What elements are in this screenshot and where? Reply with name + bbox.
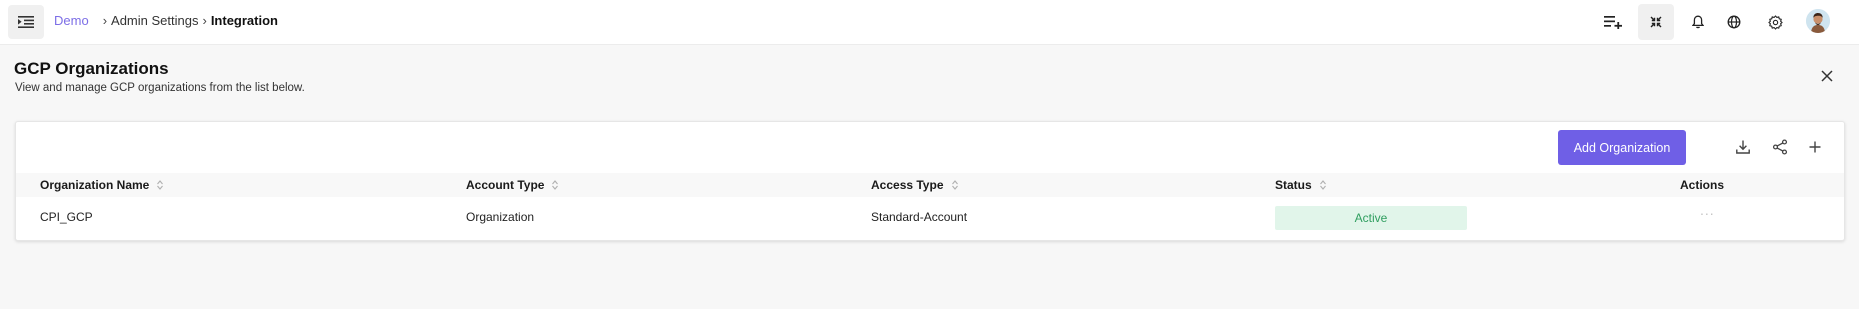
breadcrumb-separator: › xyxy=(102,13,108,28)
column-header-status[interactable]: Status xyxy=(1275,173,1326,197)
bell-icon xyxy=(1692,15,1704,29)
breadcrumb-demo-link[interactable]: Demo xyxy=(54,13,89,28)
collapse-button[interactable] xyxy=(1638,4,1674,40)
close-icon xyxy=(1821,70,1833,82)
column-header-label: Access Type xyxy=(871,178,944,192)
user-avatar-icon xyxy=(1806,9,1830,33)
playlist-add-icon xyxy=(1604,16,1622,29)
sort-icon[interactable] xyxy=(1319,180,1326,190)
download-button[interactable] xyxy=(1732,136,1754,158)
download-icon xyxy=(1736,140,1750,154)
share-icon xyxy=(1772,139,1788,155)
cell-account-type: Organization xyxy=(466,210,535,224)
column-header-label: Organization Name xyxy=(40,178,150,192)
avatar[interactable] xyxy=(1806,9,1830,33)
cell-organization-name: CPI_GCP xyxy=(40,210,93,224)
collapse-icon xyxy=(1650,16,1662,28)
column-header-access-type[interactable]: Access Type xyxy=(871,173,958,197)
globe-icon xyxy=(1727,15,1741,29)
gear-icon xyxy=(1767,14,1783,30)
sort-icon[interactable] xyxy=(951,180,958,190)
column-header-label: Account Type xyxy=(466,178,545,192)
breadcrumb-admin-settings[interactable]: Admin Settings xyxy=(111,13,198,28)
page-subtitle: View and manage GCP organizations from t… xyxy=(15,82,305,94)
add-column-button[interactable] xyxy=(1804,136,1826,158)
plus-icon xyxy=(1809,141,1821,153)
table-row[interactable]: CPI_GCP Organization Standard-Account Ac… xyxy=(16,197,1844,237)
top-bar: Demo › Admin Settings › Integration xyxy=(0,0,1859,45)
status-badge: Active xyxy=(1275,206,1467,230)
column-header-organization-name[interactable]: Organization Name xyxy=(40,173,164,197)
breadcrumb: Demo › Admin Settings › Integration xyxy=(54,13,278,28)
table-header: Organization Name Account Type Access Ty… xyxy=(16,173,1844,197)
cell-access-type: Standard-Account xyxy=(871,210,968,224)
column-header-label: Status xyxy=(1275,178,1312,192)
sort-icon[interactable] xyxy=(552,180,559,190)
column-header-actions: Actions xyxy=(1680,173,1724,197)
organizations-card: Add Organization Organization Name Accou… xyxy=(15,121,1845,241)
settings-button[interactable] xyxy=(1757,4,1793,40)
row-actions-menu-button[interactable]: ... xyxy=(1700,202,1715,218)
language-button[interactable] xyxy=(1716,4,1752,40)
breadcrumb-separator: › xyxy=(202,13,207,28)
notifications-button[interactable] xyxy=(1680,4,1716,40)
menu-toggle-button[interactable] xyxy=(8,5,44,39)
share-button[interactable] xyxy=(1769,136,1791,158)
column-header-account-type[interactable]: Account Type xyxy=(466,173,559,197)
close-button[interactable] xyxy=(1817,66,1837,86)
page-title: GCP Organizations xyxy=(14,59,169,78)
column-header-label: Actions xyxy=(1680,178,1725,192)
sort-icon[interactable] xyxy=(157,180,164,190)
add-to-list-button[interactable] xyxy=(1595,4,1631,40)
add-organization-button[interactable]: Add Organization xyxy=(1558,130,1686,165)
menu-indent-icon xyxy=(18,16,34,28)
breadcrumb-current: Integration xyxy=(210,13,278,28)
